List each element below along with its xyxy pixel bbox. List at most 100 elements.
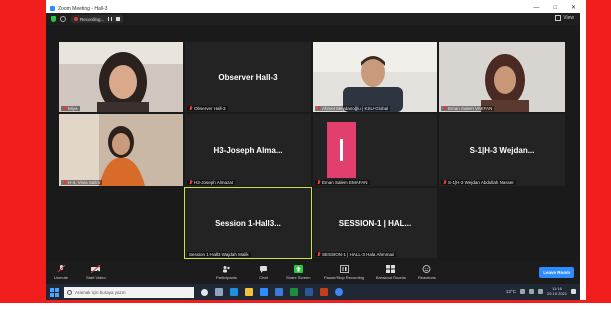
participants-button[interactable]: Participants <box>216 265 237 280</box>
participant-display-name: Session 1-Hall3... <box>215 218 281 228</box>
participant-tile[interactable]: H-4, Vinia Salim <box>59 114 183 186</box>
tile-name-center: Session 1-Hall3... <box>185 188 311 258</box>
file-explorer-icon[interactable] <box>245 288 253 296</box>
mic-muted-icon <box>189 180 193 185</box>
tile-name-label: H3-Joseph Almazat <box>187 180 236 185</box>
unmute-button[interactable]: Unmute <box>54 265 68 280</box>
participant-tile[interactable]: Eman Salem EMAFAN <box>313 114 437 186</box>
pause-stop-recording-button[interactable]: Pause/Stop Recording <box>324 265 364 280</box>
participants-icon <box>222 266 230 273</box>
weather-label[interactable]: 13°C <box>506 289 516 294</box>
mic-muted-icon <box>63 106 67 111</box>
participant-tile[interactable]: Observer Hall-3 Observer Hall-3 <box>185 42 311 112</box>
stop-recording-icon[interactable] <box>116 17 121 21</box>
edge-browser-icon[interactable] <box>230 288 238 296</box>
taskbar-search-box[interactable]: Aramak için buraya yazın <box>64 286 194 298</box>
security-shield-icon[interactable] <box>51 16 56 22</box>
participant-name: Observer Hall-3 <box>194 106 226 111</box>
zoom-taskbar-icon[interactable] <box>260 288 268 296</box>
chrome-icon[interactable] <box>335 288 343 296</box>
participant-display-name: SESSION-1 | HAL... <box>338 218 412 228</box>
view-button[interactable]: View <box>555 15 574 21</box>
mic-muted-icon <box>63 180 67 185</box>
leave-room-button[interactable]: Leave Room <box>539 267 574 278</box>
breakout-rooms-icon <box>386 265 396 273</box>
mic-muted-icon <box>317 106 321 111</box>
powerpoint-icon[interactable] <box>320 288 328 296</box>
red-strip <box>0 300 611 303</box>
zoom-window: Zoom Meeting - Hall-3 — □ ✕ Recording...… <box>46 4 580 300</box>
tile-name-center: S-1|H-3 Wejdan... <box>439 114 565 186</box>
start-video-button[interactable]: Start Video <box>86 265 106 280</box>
participant-name: H3-Joseph Almazat <box>194 180 234 185</box>
word-icon[interactable] <box>305 288 313 296</box>
volume-icon[interactable] <box>528 288 534 294</box>
recording-control-label: Pause/Stop Recording <box>324 275 365 280</box>
mail-icon[interactable] <box>275 288 283 296</box>
share-screen-button[interactable]: Share Screen <box>286 265 310 280</box>
avatar-bar-shape <box>340 139 343 161</box>
reactions-label: Reactions <box>418 275 436 280</box>
tile-name-center: SESSION-1 | HAL... <box>313 188 437 258</box>
tile-name-label: SESSION-1 | HALL-3 Hala Ahmmad <box>315 252 397 257</box>
search-placeholder: Aramak için buraya yazın <box>75 289 126 295</box>
network-icon[interactable] <box>519 288 525 294</box>
search-icon <box>67 289 72 295</box>
windows-start-icon[interactable] <box>50 287 59 297</box>
tile-name-label: Eman Salem EMAFAN <box>315 180 370 185</box>
breakout-rooms-button[interactable]: Breakout Rooms <box>376 265 406 280</box>
participant-display-name: Observer Hall-3 <box>218 72 278 82</box>
participants-label: Participants <box>216 275 237 280</box>
pause-stop-icon <box>339 265 349 273</box>
maximize-button[interactable]: □ <box>553 5 557 12</box>
participant-tile[interactable]: S-1|H-3 Wejdan... S-1|H-3 Wejdan Abdulla… <box>439 114 565 186</box>
grid-view-icon <box>555 15 562 21</box>
microphone-muted-icon <box>57 265 65 273</box>
meeting-info-icon[interactable] <box>60 16 66 22</box>
mic-muted-icon <box>317 252 321 257</box>
tile-name-label: Observer Hall-3 <box>187 106 228 111</box>
mic-muted-icon <box>443 180 447 185</box>
participant-tile-active-speaker[interactable]: Session 1-Hall3... Session 1-Hall3 Wajda… <box>184 187 312 259</box>
task-view-icon[interactable] <box>215 288 223 296</box>
participant-tile[interactable]: H3-Joseph Alma... H3-Joseph Almazat <box>185 114 311 186</box>
participant-display-name: S-1|H-3 Wejdan... <box>469 145 535 155</box>
view-label: View <box>563 15 574 21</box>
tile-name-label: H-4, Vinia Salim <box>61 180 103 185</box>
participant-tile[interactable]: Ahmet Meydanoğlu | KSU-Global <box>313 42 437 112</box>
share-screen-label: Share Screen <box>286 275 311 280</box>
reactions-button[interactable]: Reactions <box>418 265 436 280</box>
share-screen-icon <box>293 265 303 273</box>
meeting-controls-bar: Unmute Start Video Participants Chat Sha… <box>46 262 580 284</box>
minimize-button[interactable]: — <box>533 5 539 12</box>
tile-name-label: S-1|H-3 Wejdan Abdullah Nasser <box>441 180 516 185</box>
participant-name: Session 1-Hall3 Wajdah Malik <box>189 252 249 257</box>
unmute-label: Unmute <box>54 275 69 280</box>
participant-video <box>313 42 437 112</box>
start-video-label: Start Video <box>86 275 106 280</box>
participant-avatar-placeholder <box>327 122 356 178</box>
notifications-icon[interactable] <box>571 288 576 294</box>
chat-bubble-icon <box>260 266 267 273</box>
keyboard-icon[interactable] <box>537 288 543 294</box>
meeting-top-bar: Recording... View <box>46 13 580 25</box>
system-clock[interactable]: 11:16 29.10.2021 <box>547 286 567 296</box>
window-controls: — □ ✕ <box>533 5 576 12</box>
close-button[interactable]: ✕ <box>571 5 576 12</box>
participant-display-name: H3-Joseph Alma... <box>213 145 283 155</box>
leave-room-label: Leave Room <box>543 270 570 275</box>
excel-icon[interactable] <box>290 288 298 296</box>
chat-button[interactable]: Chat <box>259 265 268 280</box>
cortana-icon[interactable] <box>201 288 208 296</box>
participant-tile[interactable]: Miya <box>59 42 183 112</box>
participant-name: S-1|H-3 Wejdan Abdullah Nasser <box>448 180 514 185</box>
participant-video <box>439 42 565 112</box>
participant-tile[interactable]: SESSION-1 | HAL... SESSION-1 | HALL-3 Ha… <box>313 188 437 258</box>
title-bar: Zoom Meeting - Hall-3 — □ ✕ <box>46 4 580 13</box>
chat-label: Chat <box>259 275 268 280</box>
participant-tile[interactable]: Eman Salem VAKFAN <box>439 42 565 112</box>
participant-name: H-4, Vinia Salim <box>68 180 101 185</box>
mic-muted-icon <box>443 106 447 111</box>
pause-recording-icon[interactable] <box>108 17 113 21</box>
recording-dot-icon <box>74 17 78 21</box>
